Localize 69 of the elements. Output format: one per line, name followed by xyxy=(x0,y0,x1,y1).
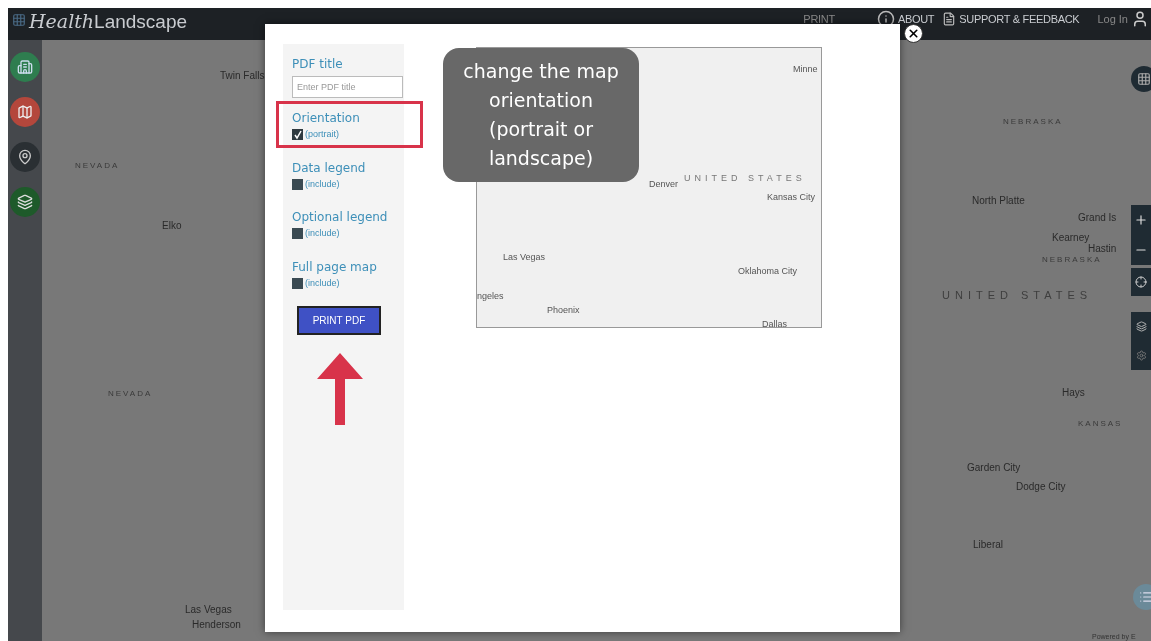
up-arrow-icon xyxy=(317,353,363,425)
pdf-title-input[interactable]: Enter PDF title xyxy=(292,76,403,98)
print-pdf-button[interactable]: PRINT PDF xyxy=(297,306,381,335)
map-label: NEVADA xyxy=(108,388,153,400)
login-link[interactable]: Log In xyxy=(1097,10,1128,28)
map-label: Dodge City xyxy=(1016,480,1066,494)
map-label: ngeles xyxy=(477,290,504,303)
map-tool-button[interactable] xyxy=(10,97,40,127)
map-label: UNITED STATES xyxy=(684,172,806,185)
user-icon[interactable] xyxy=(1131,10,1149,28)
option-label: Data legend xyxy=(292,159,367,177)
layers-icon xyxy=(17,194,33,210)
map-label: NEBRASKA xyxy=(1042,254,1102,266)
callout-text: change the map orientation (portrait or landscape) xyxy=(443,48,639,182)
nav-link[interactable]: ABOUT xyxy=(897,10,935,28)
app-logo[interactable]: HealthLandscape xyxy=(29,10,188,33)
checkbox[interactable] xyxy=(292,228,303,240)
map-label: Garden City xyxy=(967,461,1021,475)
crosshair-icon xyxy=(1135,276,1147,288)
map-label: North Platte xyxy=(972,194,1025,208)
map-label: KANSAS xyxy=(1078,418,1123,430)
map-label: Hays xyxy=(1062,386,1085,400)
logo-grid-icon xyxy=(12,13,26,27)
map-label: Las Vegas xyxy=(503,251,546,264)
map-label: Hastin xyxy=(1088,243,1117,256)
map-label: Las Vegas xyxy=(185,603,232,617)
settings-icon[interactable] xyxy=(1135,350,1147,361)
location-tool-button[interactable] xyxy=(10,142,40,172)
option-value: (include) xyxy=(305,177,340,191)
map-icon xyxy=(17,104,33,120)
basemap-button[interactable] xyxy=(1131,66,1151,92)
checkbox[interactable] xyxy=(292,178,303,190)
map-label: Kearney xyxy=(1052,231,1090,245)
grid-icon xyxy=(1137,72,1151,86)
option-label: Optional legend xyxy=(292,209,389,226)
checkbox[interactable] xyxy=(292,129,303,141)
map-label: Liberal xyxy=(973,538,1004,552)
map-label: Minne xyxy=(793,63,818,76)
map-label: NEBRASKA xyxy=(1003,116,1063,128)
map-label: Dallas xyxy=(762,318,787,327)
map-label: Denver xyxy=(649,178,678,191)
layers-tool-button[interactable] xyxy=(10,187,40,217)
option-label: Orientation xyxy=(292,110,361,127)
map-label: NEVADA xyxy=(75,160,120,172)
document-icon xyxy=(942,11,957,27)
nav-link[interactable]: PRINT xyxy=(803,10,835,28)
map-label: Phoenix xyxy=(547,304,580,317)
option-value: (portrait) xyxy=(305,128,339,141)
map-label: Elko xyxy=(162,219,182,233)
pin-icon xyxy=(17,149,33,165)
close-icon xyxy=(907,27,920,40)
facility-tool-button[interactable] xyxy=(10,52,40,82)
building-icon xyxy=(17,59,33,75)
locate-button[interactable] xyxy=(1131,268,1151,296)
zoom-in-icon[interactable] xyxy=(1134,213,1148,227)
option-value: (include) xyxy=(305,276,340,290)
list-icon xyxy=(1139,590,1151,604)
field-label: PDF title xyxy=(292,56,344,73)
map-label: Twin Falls xyxy=(220,69,265,83)
map-label: Kansas City xyxy=(767,191,816,204)
map-label: Henderson xyxy=(192,618,241,632)
map-label: Oklahoma City xyxy=(738,265,798,278)
map-label: UNITED STATES xyxy=(942,288,1093,303)
nav-link[interactable]: SUPPORT & FEEDBACK xyxy=(959,10,1080,28)
layers-icon[interactable] xyxy=(1135,321,1147,332)
map-label: Grand Is xyxy=(1078,211,1117,225)
option-label: Full page map xyxy=(292,258,378,276)
option-value: (include) xyxy=(305,227,340,240)
checkbox[interactable] xyxy=(292,277,303,289)
